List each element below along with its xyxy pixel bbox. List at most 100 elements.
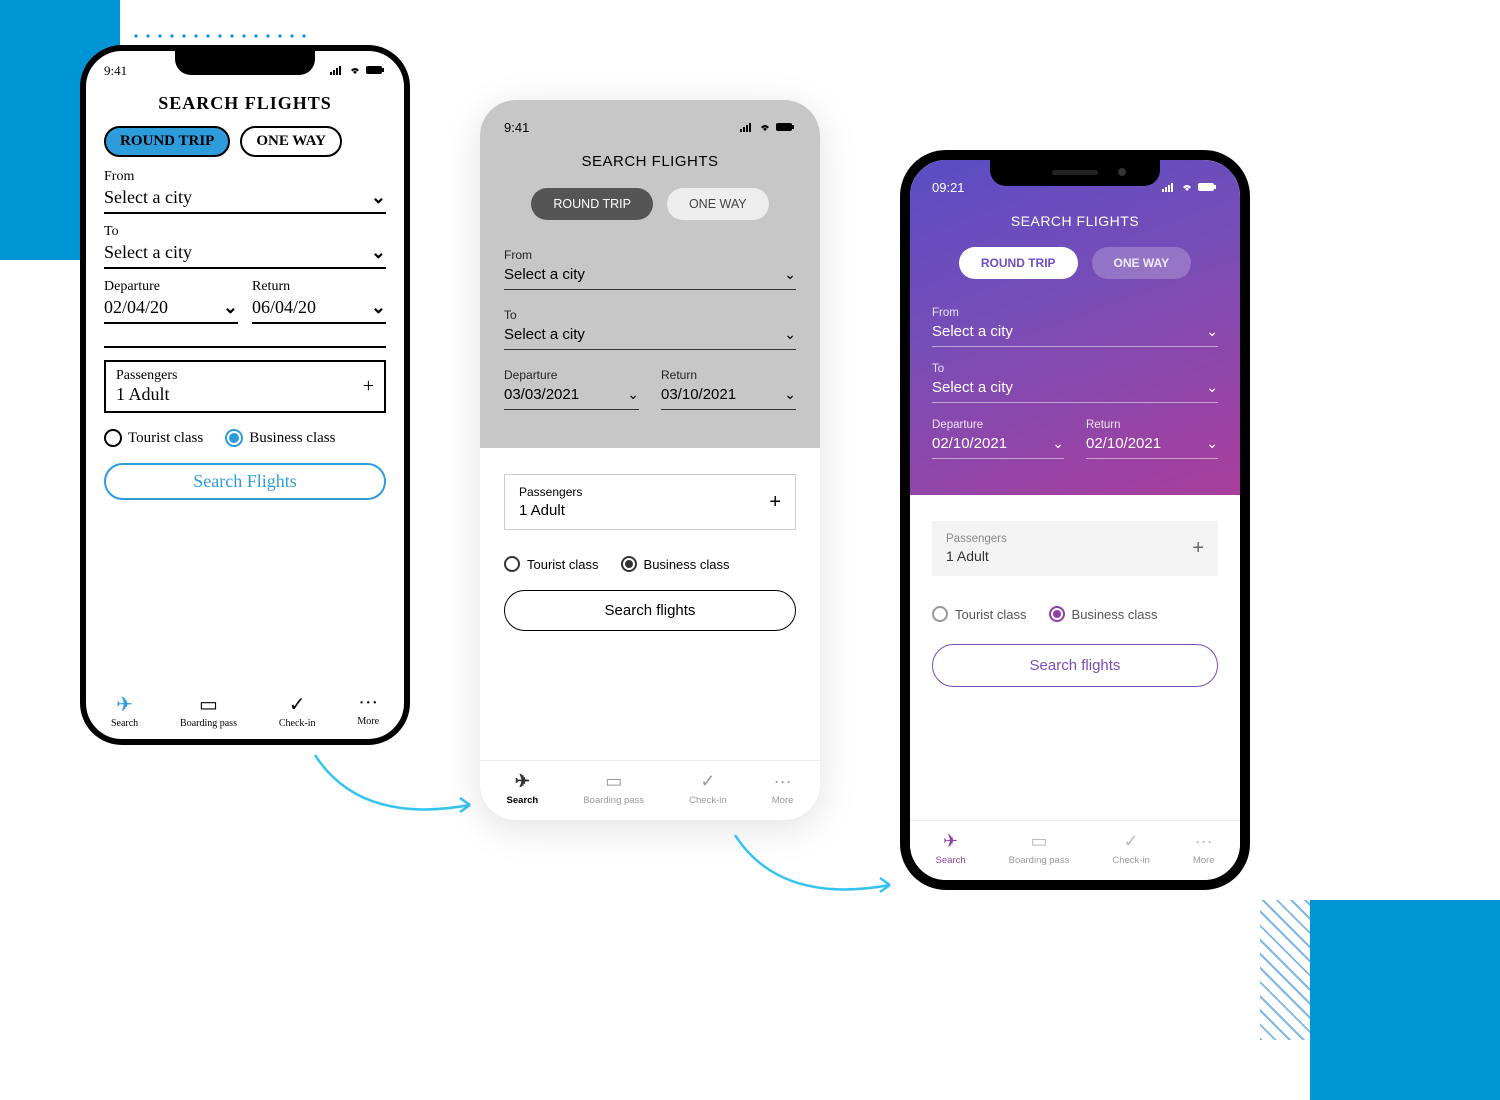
status-icons (740, 120, 796, 135)
departure-value: 02/04/20 (104, 297, 168, 318)
return-field[interactable]: Return 02/10/2021 ⌄ (1086, 419, 1218, 459)
check-icon: ✓ (1124, 831, 1139, 852)
plus-icon[interactable]: + (363, 375, 374, 398)
passengers-box[interactable]: Passengers 1 Adult + (504, 474, 796, 530)
chevron-down-icon: ⌄ (1206, 379, 1218, 396)
to-field[interactable]: To Select a city ⌄ (104, 224, 386, 269)
chevron-down-icon: ⌄ (627, 386, 639, 403)
radio-tourist-label: Tourist class (955, 607, 1027, 622)
nav-search[interactable]: ✈ Search (111, 692, 138, 729)
dots-icon: ··· (1195, 831, 1213, 852)
radio-tourist[interactable]: Tourist class (504, 556, 599, 572)
tab-one-way[interactable]: ONE WAY (1092, 247, 1192, 279)
final-design-phone: 09:21 SEARCH FLIGHTS ROUND TRIP ONE WAY … (900, 150, 1250, 890)
check-icon: ✓ (289, 692, 306, 717)
to-field[interactable]: To Select a city ⌄ (504, 308, 796, 350)
radio-tourist-label: Tourist class (527, 557, 599, 572)
passengers-box[interactable]: Passengers 1 Adult + (932, 521, 1218, 576)
from-field[interactable]: From Select a city ⌄ (932, 307, 1218, 347)
plane-icon: ✈ (515, 771, 530, 792)
chevron-down-icon: ⌄ (1052, 435, 1064, 452)
signal-icon (1162, 180, 1176, 195)
wireframe-phone: 9:41 SEARCH FLIGHTS ROUND TRIP ONE WAY F… (480, 100, 820, 820)
signal-icon (330, 63, 344, 79)
passengers-value: 1 Adult (116, 384, 177, 405)
nav-check-in[interactable]: ✓ Check-in (1112, 831, 1150, 866)
nav-boarding-pass[interactable]: ▭ Boarding pass (583, 771, 644, 806)
return-label: Return (1086, 419, 1218, 431)
radio-icon-selected (1049, 606, 1065, 622)
from-value: Select a city (504, 266, 585, 283)
search-flights-button[interactable]: Search flights (932, 644, 1218, 687)
nav-more[interactable]: ··· More (772, 771, 794, 806)
nav-search[interactable]: ✈ Search (507, 771, 539, 806)
trip-type-tabs: ROUND TRIP ONE WAY (104, 126, 386, 157)
bottom-nav: ✈ Search ▭ Boarding pass ✓ Check-in ··· … (910, 820, 1240, 880)
tab-round-trip[interactable]: ROUND TRIP (104, 126, 230, 157)
radio-tourist[interactable]: Tourist class (104, 429, 203, 447)
plane-icon: ✈ (116, 692, 133, 717)
passengers-box[interactable]: Passengers 1 Adult + (104, 360, 386, 413)
battery-icon (776, 120, 796, 135)
chevron-down-icon: ⌄ (371, 187, 386, 208)
class-radio-group: Tourist class Business class (504, 556, 796, 572)
nav-search[interactable]: ✈ Search (936, 831, 966, 866)
return-field[interactable]: Return 03/10/2021 ⌄ (661, 368, 796, 410)
radio-business[interactable]: Business class (1049, 606, 1158, 622)
nav-checkin-label: Check-in (1112, 855, 1150, 866)
chevron-down-icon: ⌄ (784, 326, 796, 343)
return-label: Return (252, 279, 386, 295)
tab-one-way[interactable]: ONE WAY (240, 126, 342, 157)
status-time: 09:21 (932, 180, 965, 195)
from-value: Select a city (104, 187, 192, 208)
bottom-nav: ✈ Search ▭ Boarding pass ✓ Check-in ··· … (480, 760, 820, 820)
chevron-down-icon: ⌄ (1206, 435, 1218, 452)
nav-more[interactable]: ··· More (357, 692, 379, 729)
nav-boarding-pass[interactable]: ▭ Boarding pass (1009, 831, 1070, 866)
nav-boarding-label: Boarding pass (583, 795, 644, 806)
departure-field[interactable]: Departure 03/03/2021 ⌄ (504, 368, 639, 410)
departure-field[interactable]: Departure 02/04/20 ⌄ (104, 279, 238, 324)
radio-business[interactable]: Business class (225, 429, 335, 447)
from-field[interactable]: From Select a city ⌄ (104, 169, 386, 214)
radio-icon (104, 429, 122, 447)
plus-icon[interactable]: + (769, 491, 781, 514)
return-field[interactable]: Return 06/04/20 ⌄ (252, 279, 386, 324)
nav-search-label: Search (936, 855, 966, 866)
radio-business[interactable]: Business class (621, 556, 730, 572)
nav-more-label: More (772, 795, 794, 806)
return-value: 02/10/2021 (1086, 435, 1161, 452)
tab-one-way[interactable]: ONE WAY (667, 188, 769, 220)
from-label: From (504, 248, 796, 262)
nav-boarding-pass[interactable]: ▭ Boarding pass (180, 692, 237, 729)
passengers-label: Passengers (116, 368, 177, 384)
from-field[interactable]: From Select a city ⌄ (504, 248, 796, 290)
radio-tourist[interactable]: Tourist class (932, 606, 1027, 622)
passengers-value: 1 Adult (519, 502, 582, 519)
nav-check-in[interactable]: ✓ Check-in (689, 771, 727, 806)
passengers-value: 1 Adult (946, 548, 1007, 564)
to-value: Select a city (104, 242, 192, 263)
plus-icon[interactable]: + (1192, 537, 1204, 560)
search-flights-button[interactable]: Search flights (504, 590, 796, 631)
tab-round-trip[interactable]: ROUND TRIP (959, 247, 1078, 279)
class-radio-group: Tourist class Business class (932, 606, 1218, 622)
nav-boarding-label: Boarding pass (180, 718, 237, 729)
chevron-down-icon: ⌄ (784, 386, 796, 403)
nav-check-in[interactable]: ✓ Check-in (279, 692, 316, 729)
from-label: From (932, 307, 1218, 319)
departure-field[interactable]: Departure 02/10/2021 ⌄ (932, 419, 1064, 459)
search-flights-button[interactable]: Search Flights (104, 463, 386, 500)
to-field[interactable]: To Select a city ⌄ (932, 363, 1218, 403)
nav-more[interactable]: ··· More (1193, 831, 1215, 866)
tab-round-trip[interactable]: ROUND TRIP (531, 188, 653, 220)
wifi-icon (1180, 180, 1194, 195)
to-value: Select a city (932, 379, 1013, 396)
dots-icon: ··· (358, 692, 378, 715)
to-value: Select a city (504, 326, 585, 343)
radio-icon-selected (621, 556, 637, 572)
nav-boarding-label: Boarding pass (1009, 855, 1070, 866)
return-label: Return (661, 368, 796, 382)
chevron-down-icon: ⌄ (371, 242, 386, 263)
trip-type-tabs: ROUND TRIP ONE WAY (910, 247, 1240, 279)
